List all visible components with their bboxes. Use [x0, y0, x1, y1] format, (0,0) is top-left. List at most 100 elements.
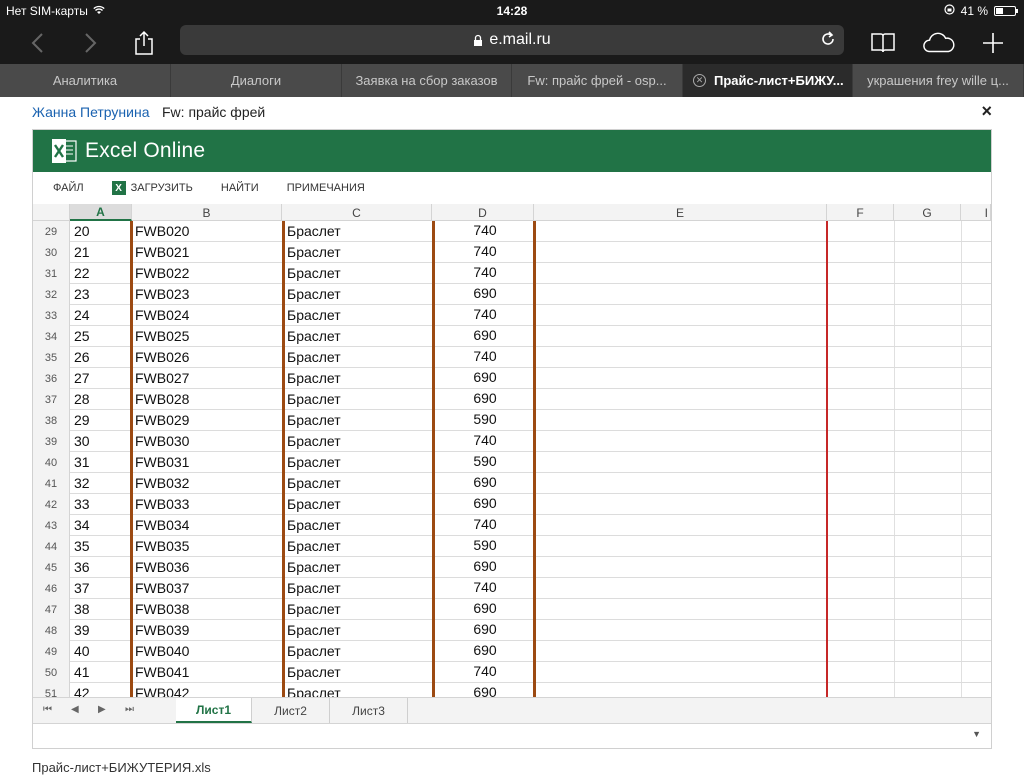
cell-b[interactable]: FWB031: [135, 452, 189, 472]
cell-b[interactable]: FWB034: [135, 515, 189, 535]
sender-link[interactable]: Жанна Петрунина: [32, 104, 150, 120]
row-number[interactable]: 51: [33, 683, 70, 697]
cell-b[interactable]: FWB032: [135, 473, 189, 493]
cell-c[interactable]: Браслет: [287, 557, 341, 577]
tab-frey-wille[interactable]: украшения frey wille ц...: [853, 64, 1024, 97]
chevron-down-icon[interactable]: ▼: [972, 729, 981, 739]
cell-d[interactable]: 740: [435, 347, 535, 367]
cell-b[interactable]: FWB026: [135, 347, 189, 367]
column-header-next[interactable]: I: [961, 204, 991, 221]
cell-a[interactable]: 40: [74, 641, 90, 661]
cell-c[interactable]: Браслет: [287, 305, 341, 325]
cell-a[interactable]: 20: [74, 221, 90, 241]
cell-d[interactable]: 690: [435, 494, 535, 514]
cell-d[interactable]: 740: [435, 515, 535, 535]
cell-d[interactable]: 690: [435, 620, 535, 640]
tab-dialogs[interactable]: Диалоги: [171, 64, 342, 97]
row-number[interactable]: 46: [33, 578, 70, 599]
cell-a[interactable]: 38: [74, 599, 90, 619]
row-number[interactable]: 39: [33, 431, 70, 452]
cell-c[interactable]: Браслет: [287, 578, 341, 598]
cell-c[interactable]: Браслет: [287, 326, 341, 346]
row-number[interactable]: 40: [33, 452, 70, 473]
cell-d[interactable]: 740: [435, 578, 535, 598]
cell-c[interactable]: Браслет: [287, 515, 341, 535]
cell-c[interactable]: Браслет: [287, 431, 341, 451]
cell-b[interactable]: FWB020: [135, 221, 189, 241]
row-number[interactable]: 41: [33, 473, 70, 494]
row-number[interactable]: 32: [33, 284, 70, 305]
cell-c[interactable]: Браслет: [287, 410, 341, 430]
column-header-e[interactable]: E: [534, 204, 827, 221]
cell-d[interactable]: 690: [435, 473, 535, 493]
cell-a[interactable]: 34: [74, 515, 90, 535]
cell-b[interactable]: FWB022: [135, 263, 189, 283]
column-header-a[interactable]: A: [70, 204, 132, 221]
cell-c[interactable]: Браслет: [287, 683, 341, 697]
cell-d[interactable]: 690: [435, 389, 535, 409]
cell-c[interactable]: Браслет: [287, 389, 341, 409]
cell-d[interactable]: 740: [435, 431, 535, 451]
cell-b[interactable]: FWB041: [135, 662, 189, 682]
cell-a[interactable]: 36: [74, 557, 90, 577]
first-sheet-icon[interactable]: ⏮: [43, 704, 52, 715]
cell-b[interactable]: FWB038: [135, 599, 189, 619]
tab-price-list[interactable]: ✕ Прайс-лист+БИЖУ...: [683, 64, 853, 97]
close-tab-icon[interactable]: ✕: [693, 74, 706, 87]
cell-d[interactable]: 690: [435, 368, 535, 388]
menu-find[interactable]: НАЙТИ: [221, 182, 259, 194]
cell-d[interactable]: 740: [435, 221, 535, 241]
row-number[interactable]: 47: [33, 599, 70, 620]
sheet-tab-1[interactable]: Лист1: [176, 698, 252, 723]
cell-c[interactable]: Браслет: [287, 263, 341, 283]
new-tab-button[interactable]: [976, 26, 1010, 60]
cell-d[interactable]: 740: [435, 662, 535, 682]
cell-d[interactable]: 690: [435, 683, 535, 697]
icloud-tabs-button[interactable]: [922, 26, 956, 60]
forward-button[interactable]: [74, 26, 108, 60]
row-number[interactable]: 45: [33, 557, 70, 578]
cell-a[interactable]: 31: [74, 452, 90, 472]
cell-c[interactable]: Браслет: [287, 620, 341, 640]
cell-a[interactable]: 37: [74, 578, 90, 598]
cell-b[interactable]: FWB039: [135, 620, 189, 640]
cell-b[interactable]: FWB036: [135, 557, 189, 577]
cell-a[interactable]: 27: [74, 368, 90, 388]
cell-b[interactable]: FWB024: [135, 305, 189, 325]
cell-a[interactable]: 23: [74, 284, 90, 304]
row-number[interactable]: 38: [33, 410, 70, 431]
cell-b[interactable]: FWB021: [135, 242, 189, 262]
cell-d[interactable]: 740: [435, 263, 535, 283]
row-number[interactable]: 34: [33, 326, 70, 347]
row-number[interactable]: 35: [33, 347, 70, 368]
cell-a[interactable]: 29: [74, 410, 90, 430]
cell-a[interactable]: 35: [74, 536, 90, 556]
cell-c[interactable]: Браслет: [287, 284, 341, 304]
bookmarks-button[interactable]: [866, 26, 900, 60]
cell-d[interactable]: 690: [435, 641, 535, 661]
cell-a[interactable]: 24: [74, 305, 90, 325]
tab-analytics[interactable]: Аналитика: [0, 64, 171, 97]
last-sheet-icon[interactable]: ⏭: [125, 704, 134, 715]
cell-c[interactable]: Браслет: [287, 536, 341, 556]
cell-d[interactable]: 590: [435, 536, 535, 556]
sheet-tab-2[interactable]: Лист2: [252, 698, 330, 723]
cell-a[interactable]: 39: [74, 620, 90, 640]
back-button[interactable]: [20, 26, 54, 60]
spreadsheet-grid[interactable]: A B C D E F G I 29 20 FWB020 Браслет 740 30 21…: [33, 204, 991, 697]
prev-sheet-icon[interactable]: ◀: [71, 704, 79, 715]
cell-a[interactable]: 42: [74, 683, 90, 697]
cell-b[interactable]: FWB029: [135, 410, 189, 430]
cell-d[interactable]: 740: [435, 305, 535, 325]
row-number[interactable]: 49: [33, 641, 70, 662]
cell-a[interactable]: 26: [74, 347, 90, 367]
column-header-d[interactable]: D: [432, 204, 534, 221]
cell-c[interactable]: Браслет: [287, 641, 341, 661]
row-number[interactable]: 37: [33, 389, 70, 410]
cell-b[interactable]: FWB033: [135, 494, 189, 514]
reload-icon[interactable]: [820, 31, 836, 52]
menu-file[interactable]: ФАЙЛ: [53, 182, 84, 194]
address-bar[interactable]: e.mail.ru: [180, 25, 844, 55]
cell-c[interactable]: Браслет: [287, 494, 341, 514]
cell-b[interactable]: FWB030: [135, 431, 189, 451]
